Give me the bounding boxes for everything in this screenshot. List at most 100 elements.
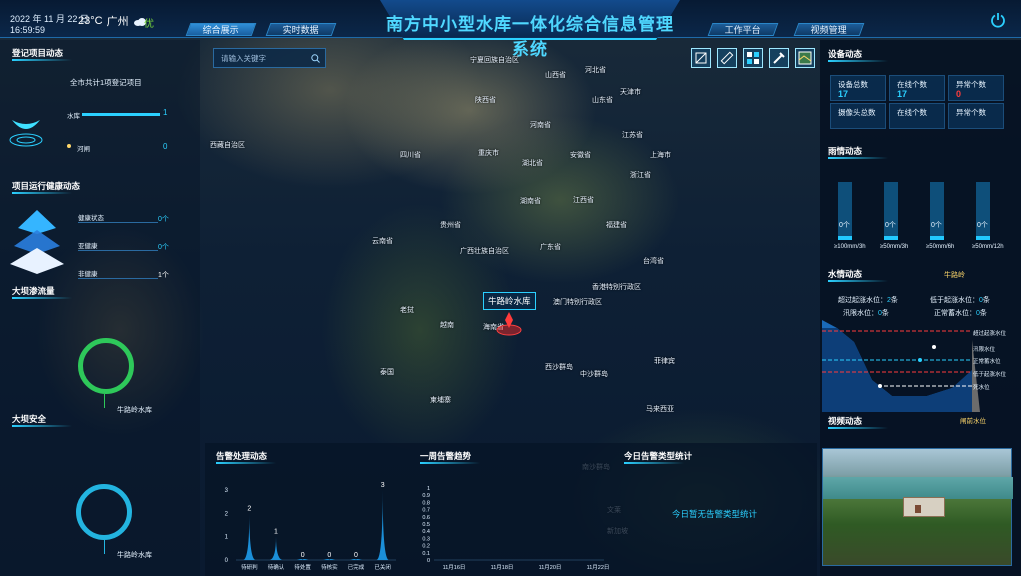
measure-icon[interactable] xyxy=(717,48,737,68)
tools-icon[interactable] xyxy=(769,48,789,68)
map-region-label[interactable]: 菲律宾 xyxy=(654,356,675,366)
alarm-chart: 0 1 2 3 2 待研判 1 待确认 0 待处置 0 待核实 0 已完成 3 已关闭 xyxy=(225,482,396,571)
water-stat-colon: ： xyxy=(969,310,976,317)
title-underline xyxy=(828,60,888,62)
health-item-line xyxy=(78,222,158,223)
map-region-label[interactable]: 宁夏回族自治区 xyxy=(470,55,519,65)
nav-tab-video[interactable]: 视频管理 xyxy=(793,23,865,36)
water-stat-colon: ： xyxy=(871,310,878,317)
rain-bar-label: ≥50mm/12h xyxy=(972,244,1004,250)
water-stat: 超过起涨水位：2条 xyxy=(838,295,898,305)
seepage-connector xyxy=(104,394,105,408)
health-item-value: 0个 xyxy=(158,244,169,251)
water-stat-unit: 条 xyxy=(881,310,889,317)
video-lake xyxy=(823,477,1013,499)
map-region-label[interactable]: 香港特别行政区 xyxy=(592,282,641,292)
alarm-bar xyxy=(270,536,282,560)
registration-title: 登记项目动态 xyxy=(12,48,64,58)
device-stat: 在线个数 xyxy=(889,103,945,129)
device-stat: 异常个数 xyxy=(948,103,1004,129)
map-region-label[interactable]: 上海市 xyxy=(650,150,671,160)
safety-reservoir[interactable]: 牛路岭水库 xyxy=(117,550,152,560)
draw-rect-icon[interactable] xyxy=(691,48,711,68)
title-underline xyxy=(828,427,888,429)
reg-item-label: 水库 xyxy=(67,113,80,120)
title-underline xyxy=(12,192,72,194)
video-building xyxy=(903,497,945,517)
water-drop-icon xyxy=(9,120,43,147)
water-stat-label: 低于起涨水位 xyxy=(930,297,972,304)
water-legend-item: 死水位 xyxy=(973,385,990,391)
map-region-label[interactable]: 云南省 xyxy=(372,236,393,246)
water-title: 水情动态 xyxy=(828,269,863,279)
map-region-label[interactable]: 四川省 xyxy=(400,150,421,160)
map-region-label[interactable]: 台湾省 xyxy=(643,256,664,266)
search-input[interactable] xyxy=(214,49,310,67)
nav-tab-workbench[interactable]: 工作平台 xyxy=(707,23,779,36)
alarm-ytick: 2 xyxy=(225,511,229,517)
layers-icon[interactable] xyxy=(743,48,763,68)
air-quality: 优 xyxy=(144,19,154,30)
map-region-label[interactable]: 河南省 xyxy=(530,120,551,130)
map-region-label[interactable]: 山西省 xyxy=(545,70,566,80)
trend-xtick: 11月18日 xyxy=(491,564,514,571)
device-stat: 摄像头总数 xyxy=(830,103,886,129)
map-region-label[interactable]: 陕西省 xyxy=(475,95,496,105)
power-icon[interactable] xyxy=(990,12,1006,28)
map-region-label[interactable]: 河北省 xyxy=(585,65,606,75)
title-underline xyxy=(12,59,72,61)
rain-bar-label: ≥100mm/3h xyxy=(834,244,866,250)
rain-bar-value: 0个 xyxy=(839,222,850,229)
map-region-label[interactable]: 湖北省 xyxy=(522,158,543,168)
map-region-label[interactable]: 天津市 xyxy=(620,87,641,97)
map-region-label[interactable]: 广东省 xyxy=(540,242,561,252)
health-item-label: 非健康 xyxy=(78,271,98,278)
map-region-label[interactable]: 浙江省 xyxy=(630,170,651,180)
map-region-label[interactable]: 老挝 xyxy=(400,305,414,315)
rain-bar-track xyxy=(838,182,852,240)
nav-tab-realtime[interactable]: 实时数据 xyxy=(265,23,337,36)
map-region-label[interactable]: 澳门特别行政区 xyxy=(553,297,602,307)
trend-ytick: 0.9 xyxy=(422,493,430,499)
search-icon[interactable] xyxy=(311,54,320,63)
map-region-label[interactable]: 西藏自治区 xyxy=(210,140,245,150)
map-region-label[interactable]: 越南 xyxy=(440,320,454,330)
map-region-label[interactable]: 江苏省 xyxy=(622,130,643,140)
device-stat: 设备总数 17 xyxy=(830,75,886,101)
safety-connector xyxy=(104,540,105,554)
reservoir-marker[interactable] xyxy=(494,308,524,338)
map-region-label[interactable]: 湖南省 xyxy=(520,196,541,206)
title-underline xyxy=(828,157,888,159)
alarm-ytick: 1 xyxy=(225,535,229,541)
nav-tab-overview[interactable]: 综合展示 xyxy=(185,23,257,36)
map-region-label[interactable]: 安徽省 xyxy=(570,150,591,160)
device-stat-label: 摄像头总数 xyxy=(838,108,876,117)
health-item-value: 1个 xyxy=(158,272,169,279)
trend-ytick: 0.6 xyxy=(422,515,430,521)
map-region-label[interactable]: 江西省 xyxy=(573,195,594,205)
alarm-category: 待核实 xyxy=(321,563,338,571)
map-mode-icon[interactable] xyxy=(795,48,815,68)
video-thumbnail[interactable] xyxy=(822,448,1013,566)
health-item-line xyxy=(78,250,158,251)
alarm-bar-value: 0 xyxy=(301,552,305,559)
alarm-bar-value: 0 xyxy=(327,552,331,559)
rain-bar-fill xyxy=(976,236,990,240)
map-region-label[interactable]: 柬埔寨 xyxy=(430,395,451,405)
video-door xyxy=(915,505,921,513)
map-region-label[interactable]: 福建省 xyxy=(606,220,627,230)
map-region-label[interactable]: 山东省 xyxy=(592,95,613,105)
seepage-title: 大坝渗流量 xyxy=(12,286,55,296)
map-region-label[interactable]: 中沙群岛 xyxy=(580,369,608,379)
rain-bar-label: ≥50mm/3h xyxy=(880,244,909,250)
map-region-label[interactable]: 马来西亚 xyxy=(646,404,674,414)
seepage-reservoir[interactable]: 牛路岭水库 xyxy=(117,405,152,415)
map-region-label[interactable]: 贵州省 xyxy=(440,220,461,230)
map-region-label[interactable]: 重庆市 xyxy=(478,148,499,158)
map-region-label[interactable]: 泰国 xyxy=(380,367,394,377)
seepage-ring xyxy=(78,338,134,394)
reg-item-label: 河闸 xyxy=(77,146,90,153)
map-region-label[interactable]: 广西壮族自治区 xyxy=(460,246,509,256)
map-region-label[interactable]: 西沙群岛 xyxy=(545,362,573,372)
water-legend-item: 正常蓄水位 xyxy=(973,359,1001,365)
